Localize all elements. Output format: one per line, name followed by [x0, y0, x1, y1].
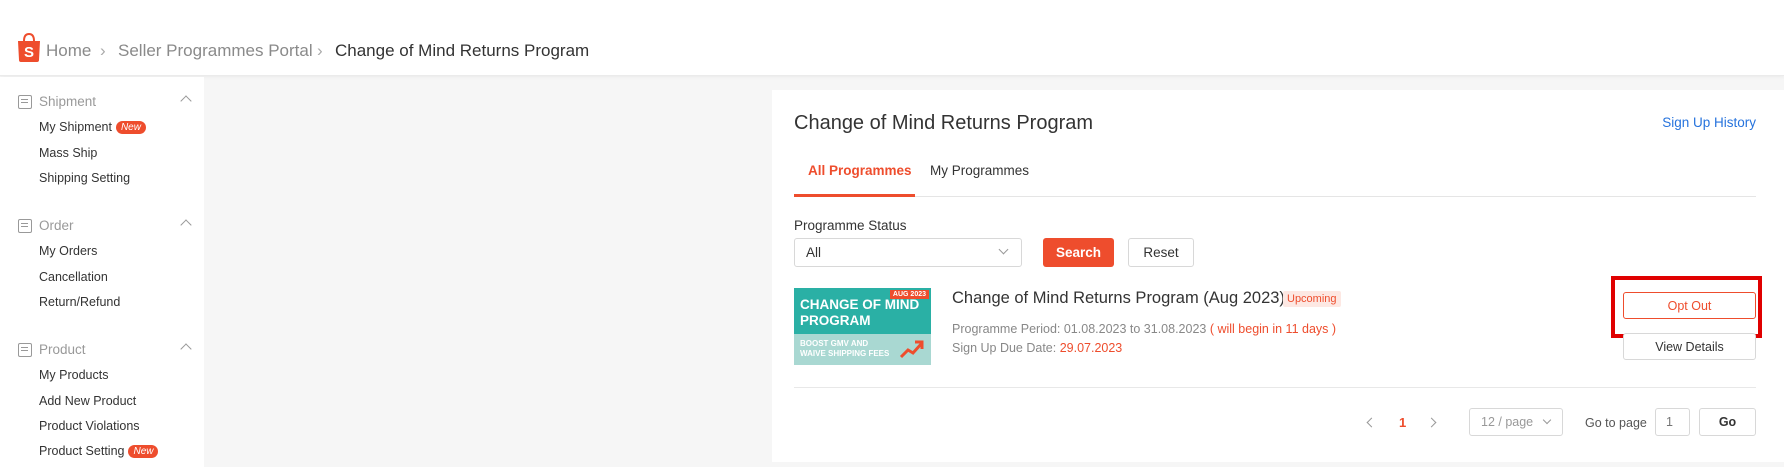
sign-up-due-date: Sign Up Due Date: 29.07.2023 — [952, 341, 1122, 355]
sidebar-item-shipping-setting[interactable]: Shipping Setting — [39, 171, 130, 185]
sidebar-item-label: My Shipment — [39, 120, 112, 134]
page-size-select[interactable]: 12 / page — [1469, 408, 1563, 436]
sidebar-section-label: Product — [39, 342, 86, 357]
banner-subline: BOOST GMV AND WAIVE SHIPPING FEES — [800, 339, 890, 358]
period-note: ( will begin in 11 days ) — [1206, 322, 1337, 336]
active-tab-indicator — [794, 194, 915, 197]
go-to-page-input[interactable] — [1655, 408, 1690, 436]
breadcrumb-current: Change of Mind Returns Program — [335, 41, 590, 60]
sidebar-item-product-setting[interactable]: Product Setting New — [39, 444, 159, 458]
page-size-value: 12 / page — [1481, 415, 1534, 429]
sidebar-section-label: Order — [39, 218, 74, 233]
programme-banner-image[interactable]: AUG 2023 CHANGE OF MIND PROGRAM BOOST GM… — [794, 288, 931, 365]
view-details-button[interactable]: View Details — [1623, 333, 1756, 360]
due-label: Sign Up Due Date: — [952, 341, 1060, 355]
product-icon — [18, 343, 32, 357]
programme-card: Change of Mind Returns Program Sign Up H… — [772, 90, 1784, 462]
breadcrumb-home[interactable]: Home — [46, 41, 91, 61]
sidebar-item-my-orders[interactable]: My Orders — [39, 244, 97, 258]
status-badge: Upcoming — [1283, 291, 1341, 307]
chevron-right-icon[interactable] — [1426, 417, 1437, 428]
sidebar-item-return-refund[interactable]: Return/Refund — [39, 295, 120, 309]
shipment-icon — [18, 95, 32, 109]
sidebar-item-add-new-product[interactable]: Add New Product — [39, 394, 136, 408]
sidebar-section-product[interactable]: Product — [18, 341, 192, 361]
chevron-down-icon — [1542, 415, 1552, 425]
programme-status-select[interactable]: All — [794, 238, 1022, 267]
sidebar-item-my-shipment[interactable]: My Shipment New — [39, 120, 146, 134]
search-button[interactable]: Search — [1043, 238, 1114, 267]
shopee-logo-icon[interactable]: S — [16, 32, 42, 62]
programme-period: Programme Period: 01.08.2023 to 31.08.20… — [952, 322, 1336, 336]
chevron-up-icon[interactable] — [180, 95, 192, 107]
pagination-page-1[interactable]: 1 — [1399, 415, 1406, 430]
programme-title[interactable]: Change of Mind Returns Program (Aug 2023… — [952, 289, 1285, 308]
tab-my-programmes[interactable]: My Programmes — [930, 163, 1029, 178]
due-value: 29.07.2023 — [1059, 341, 1123, 355]
breadcrumb-separator-icon: › — [317, 41, 323, 60]
tab-all-programmes[interactable]: All Programmes — [808, 163, 912, 178]
row-divider — [794, 387, 1756, 388]
trend-up-icon — [899, 340, 924, 359]
sidebar-section-label: Shipment — [39, 94, 97, 109]
sidebar-item-cancellation[interactable]: Cancellation — [39, 270, 108, 284]
period-value: 01.08.2023 to 31.08.2023 — [1063, 322, 1207, 336]
chevron-up-icon[interactable] — [180, 219, 192, 231]
tabs-divider — [794, 196, 1756, 197]
sidebar-item-product-violations[interactable]: Product Violations — [39, 419, 140, 433]
sidebar-item-my-products[interactable]: My Products — [39, 368, 108, 382]
chevron-up-icon[interactable] — [180, 343, 192, 355]
banner-lower-band: BOOST GMV AND WAIVE SHIPPING FEES — [794, 334, 931, 365]
chevron-left-icon[interactable] — [1366, 417, 1377, 428]
sidebar-item-mass-ship[interactable]: Mass Ship — [39, 146, 97, 160]
programme-status-label: Programme Status — [794, 218, 907, 233]
sign-up-history-link[interactable]: Sign Up History — [1662, 115, 1756, 130]
sidebar: Shipment My Shipment New Mass Ship Shippi… — [0, 77, 204, 467]
page-title: Change of Mind Returns Program — [794, 112, 1094, 134]
breadcrumb-separator-icon: › — [100, 41, 106, 60]
svg-text:S: S — [24, 44, 34, 61]
opt-out-button[interactable]: Opt Out — [1623, 292, 1756, 319]
new-badge: New — [115, 121, 146, 134]
breadcrumb-portal[interactable]: Seller Programmes Portal — [118, 41, 313, 61]
go-button[interactable]: Go — [1699, 408, 1756, 436]
period-label: Programme Period: — [952, 322, 1064, 336]
chevron-down-icon — [998, 244, 1009, 255]
sidebar-section-shipment[interactable]: Shipment — [18, 93, 192, 113]
select-value: All — [806, 245, 822, 260]
reset-button[interactable]: Reset — [1128, 238, 1194, 267]
new-badge: New — [128, 445, 159, 458]
go-to-page-label: Go to page — [1585, 416, 1647, 430]
sidebar-section-order[interactable]: Order — [18, 217, 192, 237]
banner-headline: CHANGE OF MIND PROGRAM — [800, 297, 920, 328]
sidebar-item-label: Product Setting — [39, 444, 125, 458]
top-header: S Home › Seller Programmes Portal › Chan… — [0, 0, 1784, 76]
order-icon — [18, 219, 32, 233]
